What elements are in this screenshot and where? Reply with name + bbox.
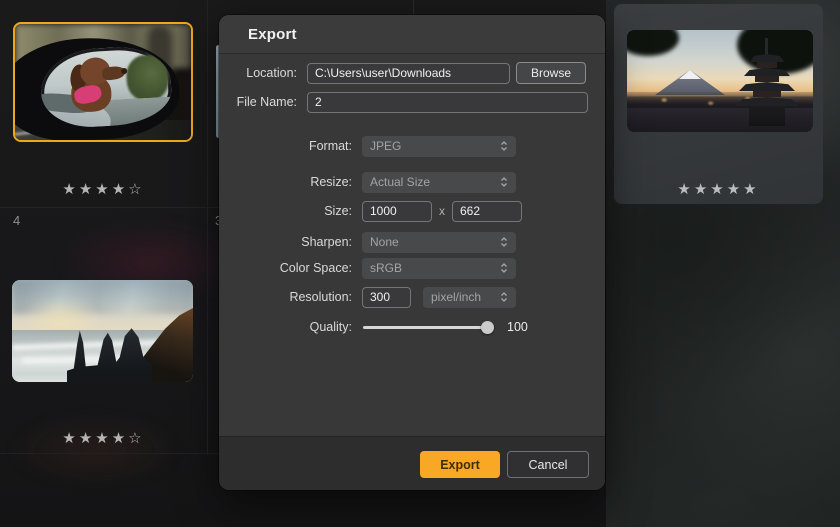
sharpen-label: Sharpen: xyxy=(219,235,362,249)
format-dropdown[interactable]: JPEG xyxy=(362,136,516,157)
location-input[interactable] xyxy=(307,63,510,84)
thumbnail-pagoda-fuji[interactable] xyxy=(627,30,813,132)
dialog-title: Export xyxy=(248,26,297,43)
quality-value: 100 xyxy=(507,320,528,334)
location-label: Location: xyxy=(219,66,307,80)
browse-button[interactable]: Browse xyxy=(516,62,586,84)
photo-app-export-screen: 4 3 ★★★★☆ ★★★★☆ xyxy=(0,0,840,527)
size-label: Size: xyxy=(219,204,362,218)
resize-value: Actual Size xyxy=(370,175,430,189)
resolution-label: Resolution: xyxy=(219,290,362,304)
grid-divider-vertical xyxy=(207,0,208,455)
file-name-label: File Name: xyxy=(219,95,307,109)
dog-art-foliage xyxy=(125,54,169,102)
star-rating-dog[interactable]: ★★★★☆ xyxy=(0,180,207,198)
updown-chevron-icon xyxy=(500,176,508,188)
file-name-input[interactable] xyxy=(307,92,588,113)
color-space-dropdown[interactable]: sRGB xyxy=(362,258,516,279)
resize-row: Resize: Actual Size xyxy=(219,171,588,193)
grid-divider-top xyxy=(413,0,414,15)
pagoda-art-spire xyxy=(765,38,768,56)
format-row: Format: JPEG xyxy=(219,135,588,157)
grid-divider-horizontal-1 xyxy=(0,207,219,208)
export-dialog-header: Export xyxy=(219,15,605,54)
size-separator: x xyxy=(439,204,445,218)
updown-chevron-icon xyxy=(500,140,508,152)
resize-dropdown[interactable]: Actual Size xyxy=(362,172,516,193)
updown-chevron-icon xyxy=(500,236,508,248)
pagoda-art-roof-2 xyxy=(744,68,790,76)
resize-label: Resize: xyxy=(219,175,362,189)
color-space-row: Color Space: sRGB xyxy=(219,257,588,279)
updown-chevron-icon xyxy=(500,291,508,303)
format-value: JPEG xyxy=(370,139,401,153)
background-warm-glow xyxy=(10,415,180,485)
color-space-label: Color Space: xyxy=(219,261,362,275)
pagoda-art-tier-3 xyxy=(753,91,781,97)
pagoda-art-roof-3 xyxy=(739,82,795,91)
size-height-input[interactable] xyxy=(452,201,522,222)
thumbnail-sea-stacks[interactable] xyxy=(12,280,193,382)
thumbnail-dog-in-car-mirror[interactable] xyxy=(13,22,193,142)
file-name-row: File Name: xyxy=(219,91,588,113)
export-dialog-footer: Export Cancel xyxy=(219,436,605,490)
sharpen-value: None xyxy=(370,235,399,249)
quality-row: Quality: 100 xyxy=(219,316,588,338)
export-dialog: Export Location: Browse File Name: Forma… xyxy=(219,15,605,490)
cell-number-4: 4 xyxy=(13,213,20,228)
color-space-value: sRGB xyxy=(370,261,402,275)
gallery-cell-highlighted[interactable]: ★★★★★ xyxy=(614,4,823,204)
resolution-unit-value: pixel/inch xyxy=(431,290,481,304)
sharpen-dropdown[interactable]: None xyxy=(362,232,516,253)
size-width-input[interactable] xyxy=(362,201,432,222)
pagoda-art-roof-4 xyxy=(735,97,799,106)
star-rating-pagoda[interactable]: ★★★★★ xyxy=(614,180,823,198)
pagoda-art-tier-1 xyxy=(757,62,777,68)
resolution-row: Resolution: pixel/inch xyxy=(219,286,588,308)
quality-slider-handle[interactable] xyxy=(481,321,494,334)
resolution-unit-dropdown[interactable]: pixel/inch xyxy=(423,287,516,308)
grid-divider-horizontal-2 xyxy=(0,453,219,454)
pagoda-art-roof-1 xyxy=(750,54,784,62)
updown-chevron-icon xyxy=(500,262,508,274)
location-row: Location: Browse xyxy=(219,62,588,84)
resolution-input[interactable] xyxy=(362,287,411,308)
pagoda-art-pagoda-silhouette xyxy=(735,38,799,126)
sharpen-row: Sharpen: None xyxy=(219,231,588,253)
export-button[interactable]: Export xyxy=(420,451,500,478)
size-row: Size: x xyxy=(219,200,588,222)
cancel-button[interactable]: Cancel xyxy=(507,451,589,478)
pagoda-art-tier-2 xyxy=(755,76,779,82)
quality-label: Quality: xyxy=(219,320,362,334)
quality-slider-track[interactable] xyxy=(363,326,487,329)
star-rating-seascape[interactable]: ★★★★☆ xyxy=(0,429,207,447)
pagoda-art-base xyxy=(749,106,785,126)
format-label: Format: xyxy=(219,139,362,153)
